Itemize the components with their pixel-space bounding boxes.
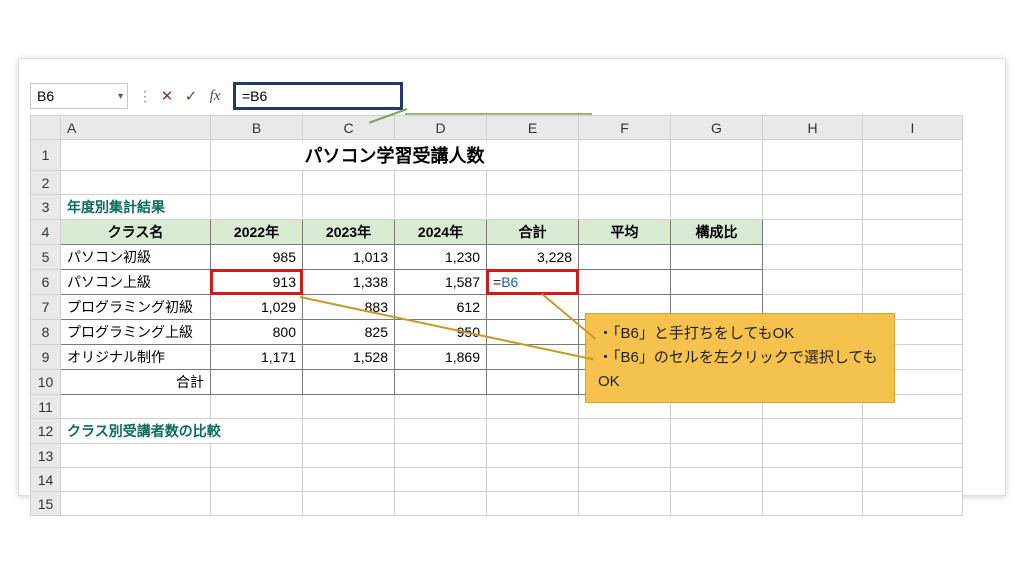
cell-A14[interactable] (61, 468, 211, 492)
col-head-D[interactable]: D (395, 116, 487, 140)
hdr-2024[interactable]: 2024年 (395, 220, 487, 245)
hdr-avg[interactable]: 平均 (579, 220, 671, 245)
col-head-G[interactable]: G (671, 116, 763, 140)
row-head-13[interactable]: 13 (31, 444, 61, 468)
formula-bar-icons: ⋮ ✕ ✓ fx (138, 84, 227, 108)
cancel-icon[interactable]: ✕ (155, 84, 179, 108)
cell-G1[interactable] (671, 140, 763, 171)
cell-C6[interactable]: 1,338 (303, 270, 395, 295)
row-head-6[interactable]: 6 (31, 270, 61, 295)
name-box[interactable]: B6 ▾ (30, 83, 128, 109)
hdr-2023[interactable]: 2023年 (303, 220, 395, 245)
hdr-ratio[interactable]: 構成比 (671, 220, 763, 245)
cell-A2[interactable] (61, 171, 211, 195)
hdr-total[interactable]: 合計 (487, 220, 579, 245)
hdr-2022[interactable]: 2022年 (211, 220, 303, 245)
col-head-F[interactable]: F (579, 116, 671, 140)
cell-I1[interactable] (863, 140, 963, 171)
row-head-5[interactable]: 5 (31, 245, 61, 270)
callout-line1: ・「B6」と手打ちをしてもOK (598, 322, 882, 346)
row-head-10[interactable]: 10 (31, 370, 61, 395)
cell-C5[interactable]: 1,013 (303, 245, 395, 270)
cell-H1[interactable] (763, 140, 863, 171)
cell-A8[interactable]: プログラミング上級 (61, 320, 211, 345)
cell-A6[interactable]: パソコン上級 (61, 270, 211, 295)
cell-F1[interactable] (579, 140, 671, 171)
cell-D8[interactable]: 950 (395, 320, 487, 345)
cell-F6[interactable] (579, 270, 671, 295)
cell-B10[interactable] (211, 370, 303, 395)
callout-instruction: ・「B6」と手打ちをしてもOK ・「B6」のセルを左クリックで選択してもOK (585, 313, 895, 403)
row-head-7[interactable]: 7 (31, 295, 61, 320)
cell-G6[interactable] (671, 270, 763, 295)
cell-D6[interactable]: 1,587 (395, 270, 487, 295)
row-head-4[interactable]: 4 (31, 220, 61, 245)
formula-input[interactable]: =B6 (233, 82, 403, 110)
title-cell[interactable]: パソコン学習受講人数 (211, 140, 579, 171)
formula-input-value: =B6 (242, 88, 267, 104)
cell-D5[interactable]: 1,230 (395, 245, 487, 270)
chevron-down-icon[interactable]: ▾ (118, 91, 123, 102)
fx-icon[interactable]: fx (203, 84, 227, 108)
row-head-15[interactable]: 15 (31, 492, 61, 516)
select-all-corner[interactable] (31, 116, 61, 140)
cell-E6-editing[interactable]: =B6 (487, 270, 579, 295)
cell-A7[interactable]: プログラミング初級 (61, 295, 211, 320)
row-head-8[interactable]: 8 (31, 320, 61, 345)
row-head-9[interactable]: 9 (31, 345, 61, 370)
section2-label[interactable]: クラス別受講者数の比較 (61, 419, 303, 444)
cell-A13[interactable] (61, 444, 211, 468)
section1-label[interactable]: 年度別集計結果 (61, 195, 211, 220)
row-head-14[interactable]: 14 (31, 468, 61, 492)
cell-E6-ref: B6 (501, 274, 518, 290)
name-box-value: B6 (37, 88, 54, 104)
cell-A11[interactable] (61, 395, 211, 419)
row-head-1[interactable]: 1 (31, 140, 61, 171)
col-head-A[interactable]: A (61, 116, 211, 140)
row-head-3[interactable]: 3 (31, 195, 61, 220)
formula-bar: B6 ▾ ⋮ ✕ ✓ fx =B6 (30, 82, 994, 110)
cell-A5[interactable]: パソコン初級 (61, 245, 211, 270)
col-head-E[interactable]: E (487, 116, 579, 140)
cell-B6[interactable]: 913 (211, 270, 303, 295)
cell-E8[interactable] (487, 320, 579, 345)
hdr-class[interactable]: クラス名 (61, 220, 211, 245)
cell-E9[interactable] (487, 345, 579, 370)
cell-A1[interactable] (61, 140, 211, 171)
cell-A10[interactable]: 合計 (61, 370, 211, 395)
cell-B5[interactable]: 985 (211, 245, 303, 270)
callout-line2: ・「B6」のセルを左クリックで選択してもOK (598, 346, 882, 394)
cell-E5[interactable]: 3,228 (487, 245, 579, 270)
cell-D9[interactable]: 1,869 (395, 345, 487, 370)
cell-F5[interactable] (579, 245, 671, 270)
cell-D10[interactable] (395, 370, 487, 395)
enter-icon[interactable]: ✓ (179, 84, 203, 108)
col-head-I[interactable]: I (863, 116, 963, 140)
col-head-H[interactable]: H (763, 116, 863, 140)
row-head-11[interactable]: 11 (31, 395, 61, 419)
col-head-C[interactable]: C (303, 116, 395, 140)
cell-C8[interactable]: 825 (303, 320, 395, 345)
cell-G5[interactable] (671, 245, 763, 270)
cell-B8[interactable]: 800 (211, 320, 303, 345)
cell-E6-eq: = (493, 274, 501, 290)
cell-C9[interactable]: 1,528 (303, 345, 395, 370)
row-head-2[interactable]: 2 (31, 171, 61, 195)
row-head-12[interactable]: 12 (31, 419, 61, 444)
cell-D7[interactable]: 612 (395, 295, 487, 320)
formula-bar-separator: ⋮ (138, 88, 152, 105)
col-head-B[interactable]: B (211, 116, 303, 140)
cell-E10[interactable] (487, 370, 579, 395)
cell-C7[interactable]: 883 (303, 295, 395, 320)
cell-B9[interactable]: 1,171 (211, 345, 303, 370)
cell-C10[interactable] (303, 370, 395, 395)
cell-A9[interactable]: オリジナル制作 (61, 345, 211, 370)
cell-B7[interactable]: 1,029 (211, 295, 303, 320)
cell-E7[interactable] (487, 295, 579, 320)
